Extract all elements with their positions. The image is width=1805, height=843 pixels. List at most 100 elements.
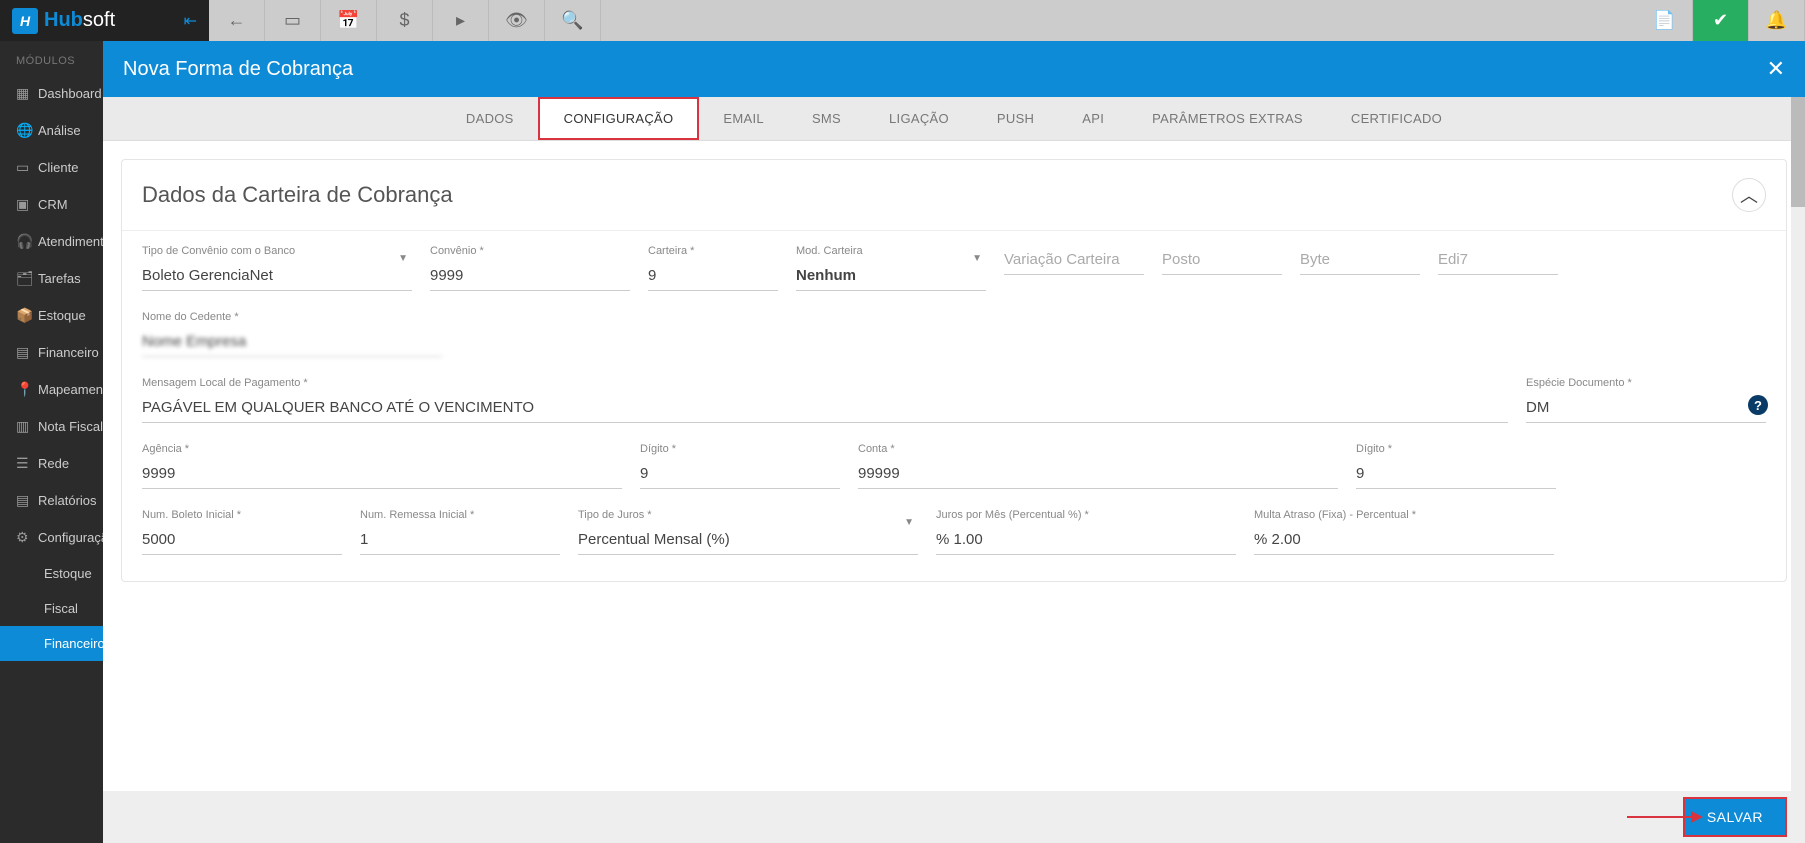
sidebar-item-label: Cliente (38, 160, 78, 175)
carteira-input[interactable] (648, 261, 778, 291)
tab-parametros[interactable]: PARÂMETROS EXTRAS (1128, 97, 1327, 140)
scrollbar[interactable] (1791, 97, 1805, 843)
topbar: ← ▭ 📅 $ ▸ 👁 🔍 📄 ✔ 🔔 (209, 0, 1805, 41)
conta-input[interactable] (858, 459, 1338, 489)
tipo-juros-select[interactable] (578, 525, 918, 555)
eye-icon[interactable]: 👁 (489, 0, 545, 41)
money-icon: ▤ (16, 344, 38, 361)
modal-title: Nova Forma de Cobrança (123, 58, 353, 81)
panel-body: Tipo de Convênio com o Banco ▼ Convênio … (122, 231, 1786, 581)
crm-icon: ▣ (16, 196, 38, 213)
tipo-convenio-label: Tipo de Convênio com o Banco (142, 245, 412, 257)
mod-carteira-label: Mod. Carteira (796, 245, 986, 257)
num-boleto-label: Num. Boleto Inicial * (142, 509, 342, 521)
tab-bar: DADOS CONFIGURAÇÃO EMAIL SMS LIGAÇÃO PUS… (103, 97, 1805, 141)
gear-icon: ⚙ (16, 529, 38, 546)
tab-api[interactable]: API (1058, 97, 1128, 140)
msg-local-input[interactable] (142, 393, 1508, 423)
convenio-input[interactable] (430, 261, 630, 291)
multa-label: Multa Atraso (Fixa) - Percentual * (1254, 509, 1554, 521)
tasks-icon: 🗂 (16, 270, 38, 287)
byte-input[interactable] (1300, 245, 1420, 275)
mod-carteira-select[interactable] (796, 261, 986, 291)
save-button[interactable]: SALVAR (1683, 797, 1787, 837)
num-boleto-input[interactable] (142, 525, 342, 555)
tipo-convenio-select[interactable] (142, 261, 412, 291)
tab-ligacao[interactable]: LIGAÇÃO (865, 97, 973, 140)
contact-icon[interactable]: ▭ (265, 0, 321, 41)
logo-text: Hubsoft (44, 9, 115, 32)
num-remessa-input[interactable] (360, 525, 560, 555)
sidebar-item-label: Tarefas (38, 271, 81, 286)
globe-icon: 🌐 (16, 122, 38, 139)
sidebar-item-label: Atendimento (38, 234, 111, 249)
modal-header: Nova Forma de Cobrança ✕ (103, 41, 1805, 97)
posto-input[interactable] (1162, 245, 1282, 275)
sidebar-item-label: Análise (38, 123, 81, 138)
especie-input[interactable] (1526, 393, 1766, 423)
conta-label: Conta * (858, 443, 1338, 455)
card-icon: ▭ (16, 159, 38, 176)
tab-sms[interactable]: SMS (788, 97, 865, 140)
sidebar-item-label: Estoque (38, 308, 86, 323)
pdf-icon[interactable]: 📄 (1637, 0, 1693, 41)
search-icon[interactable]: 🔍 (545, 0, 601, 41)
especie-label: Espécie Documento * (1526, 377, 1766, 389)
tab-certificado[interactable]: CERTIFICADO (1327, 97, 1466, 140)
juros-mes-input[interactable] (936, 525, 1236, 555)
sidebar-item-label: CRM (38, 197, 68, 212)
modal-body: Dados da Carteira de Cobrança ︿ Tipo de … (103, 141, 1805, 791)
tab-dados[interactable]: DADOS (442, 97, 538, 140)
map-pin-icon: 📍 (16, 381, 38, 398)
panel-header: Dados da Carteira de Cobrança ︿ (122, 160, 1786, 231)
digito2-input[interactable] (1356, 459, 1556, 489)
panel-title: Dados da Carteira de Cobrança (142, 182, 453, 208)
dashboard-icon: ▦ (16, 85, 38, 102)
back-button[interactable]: ← (209, 0, 265, 41)
bell-icon[interactable]: 🔔 (1749, 0, 1805, 41)
scrollbar-thumb[interactable] (1791, 97, 1805, 207)
variacao-input[interactable] (1004, 245, 1144, 275)
popup-icon[interactable]: ▸ (433, 0, 489, 41)
num-remessa-label: Num. Remessa Inicial * (360, 509, 560, 521)
tipo-juros-label: Tipo de Juros * (578, 509, 918, 521)
juros-mes-label: Juros por Mês (Percentual %) * (936, 509, 1236, 521)
check-icon[interactable]: ✔ (1693, 0, 1749, 41)
msg-local-label: Mensagem Local de Pagamento * (142, 377, 1508, 389)
sidebar-item-label: Financeiro (38, 345, 99, 360)
digito2-label: Dígito * (1356, 443, 1556, 455)
carteira-label: Carteira * (648, 245, 778, 257)
digito1-label: Dígito * (640, 443, 840, 455)
nome-cedente-input[interactable] (142, 327, 442, 357)
network-icon: ☰ (16, 455, 38, 472)
modal-footer: SALVAR (103, 791, 1805, 843)
sidebar-item-label: Nota Fiscal (38, 419, 103, 434)
digito1-input[interactable] (640, 459, 840, 489)
box-icon: 📦 (16, 307, 38, 324)
logo-icon: H (12, 8, 38, 34)
help-icon[interactable]: ? (1748, 395, 1768, 415)
doc-icon: ▥ (16, 418, 38, 435)
dollar-icon[interactable]: $ (377, 0, 433, 41)
modal: Nova Forma de Cobrança ✕ DADOS CONFIGURA… (103, 41, 1805, 843)
panel-carteira: Dados da Carteira de Cobrança ︿ Tipo de … (121, 159, 1787, 582)
agencia-label: Agência * (142, 443, 622, 455)
report-icon: ▤ (16, 492, 38, 509)
logo-text-a: soft (83, 9, 115, 31)
agencia-input[interactable] (142, 459, 622, 489)
close-icon[interactable]: ✕ (1767, 56, 1785, 82)
headset-icon: 🎧 (16, 233, 38, 250)
multa-input[interactable] (1254, 525, 1554, 555)
logo-text-b: Hub (44, 9, 83, 31)
sidebar-item-label: Dashboard (38, 86, 102, 101)
edi7-input[interactable] (1438, 245, 1558, 275)
tab-email[interactable]: EMAIL (699, 97, 788, 140)
convenio-label: Convênio * (430, 245, 630, 257)
calendar-icon[interactable]: 📅 (321, 0, 377, 41)
tab-configuracao[interactable]: CONFIGURAÇÃO (538, 97, 700, 140)
sidebar-item-label: Relatórios (38, 493, 97, 508)
tab-push[interactable]: PUSH (973, 97, 1058, 140)
sidebar-item-label: Rede (38, 456, 69, 471)
sidebar-collapse-icon[interactable]: ⇤ (184, 11, 197, 31)
panel-collapse-button[interactable]: ︿ (1732, 178, 1766, 212)
